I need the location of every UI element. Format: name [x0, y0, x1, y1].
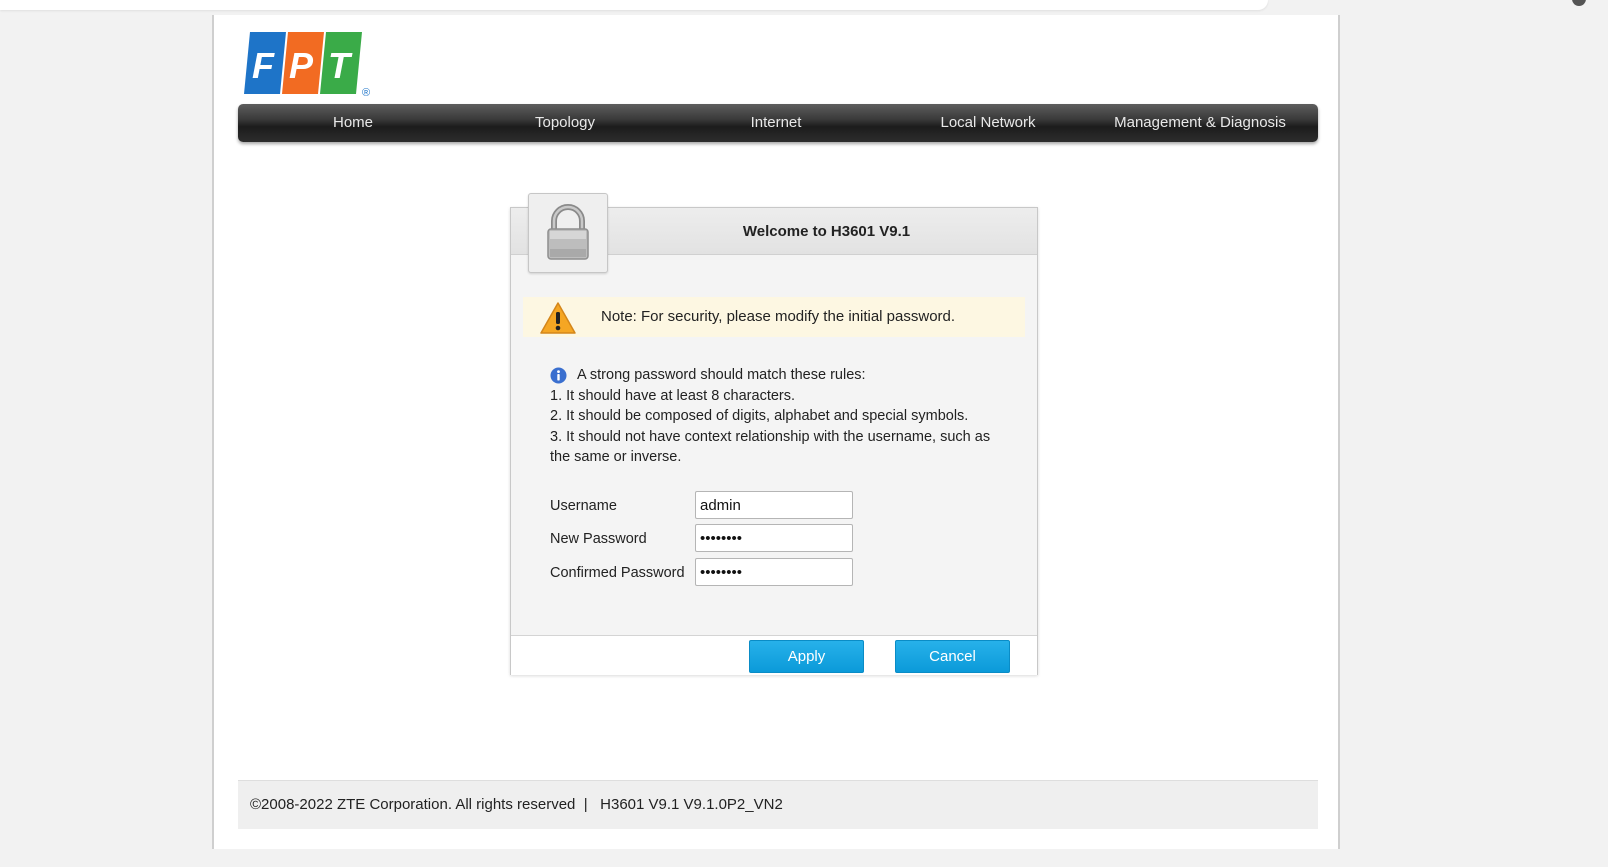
nav-item-topology[interactable]: Topology: [535, 104, 595, 142]
new-password-field[interactable]: [695, 524, 853, 552]
confirm-password-label: Confirmed Password: [550, 565, 685, 581]
apply-button[interactable]: Apply: [749, 640, 864, 673]
rule-item: 1. It should have at least 8 characters.: [550, 387, 796, 404]
router-page: F P T ® Home Topology Internet Local Net…: [212, 15, 1340, 849]
nav-item-local-network[interactable]: Local Network: [940, 104, 1035, 142]
svg-text:F: F: [252, 45, 275, 86]
nav-item-internet[interactable]: Internet: [751, 104, 802, 142]
dialog-footer: Apply Cancel: [511, 635, 1037, 675]
rule-item: 2. It should be composed of digits, alph…: [550, 408, 969, 424]
footer-separator: |: [583, 796, 588, 813]
rules-heading: A strong password should match these rul…: [577, 367, 866, 383]
main-navbar: Home Topology Internet Local Network Man…: [238, 104, 1318, 142]
svg-text:T: T: [328, 45, 353, 86]
page-footer: ©2008-2022 ZTE Corporation. All rights r…: [238, 780, 1318, 829]
change-password-dialog: Welcome to H3601 V9.1 Note: For security…: [510, 193, 1038, 675]
password-rules: A strong password should match these rul…: [550, 365, 1010, 468]
security-note: Note: For security, please modify the in…: [523, 297, 1025, 337]
browser-top-bar: [0, 0, 1608, 14]
new-password-label: New Password: [550, 531, 647, 547]
cancel-button[interactable]: Cancel: [895, 640, 1010, 673]
nav-item-management-diagnosis[interactable]: Management & Diagnosis: [1114, 104, 1286, 142]
info-icon: [550, 367, 567, 391]
nav-item-home[interactable]: Home: [333, 104, 373, 142]
profile-avatar[interactable]: [1572, 0, 1586, 6]
svg-text:P: P: [289, 45, 314, 86]
rule-item: 3. It should not have context relationsh…: [550, 428, 991, 466]
address-bar-strip: [0, 0, 1268, 10]
warning-icon: [539, 301, 577, 340]
security-note-text: Note: For security, please modify the in…: [601, 308, 956, 325]
confirm-password-field[interactable]: [695, 558, 853, 586]
lock-icon: [528, 193, 608, 273]
svg-text:®: ®: [362, 87, 370, 98]
fpt-logo: F P T ®: [242, 28, 370, 99]
username-label: Username: [550, 498, 617, 514]
username-field[interactable]: [695, 491, 853, 519]
firmware-version: H3601 V9.1 V9.1.0P2_VN2: [600, 796, 783, 813]
footer-text: ©2008-2022 ZTE Corporation. All rights r…: [250, 781, 783, 829]
copyright-text: ©2008-2022 ZTE Corporation. All rights r…: [250, 796, 576, 813]
